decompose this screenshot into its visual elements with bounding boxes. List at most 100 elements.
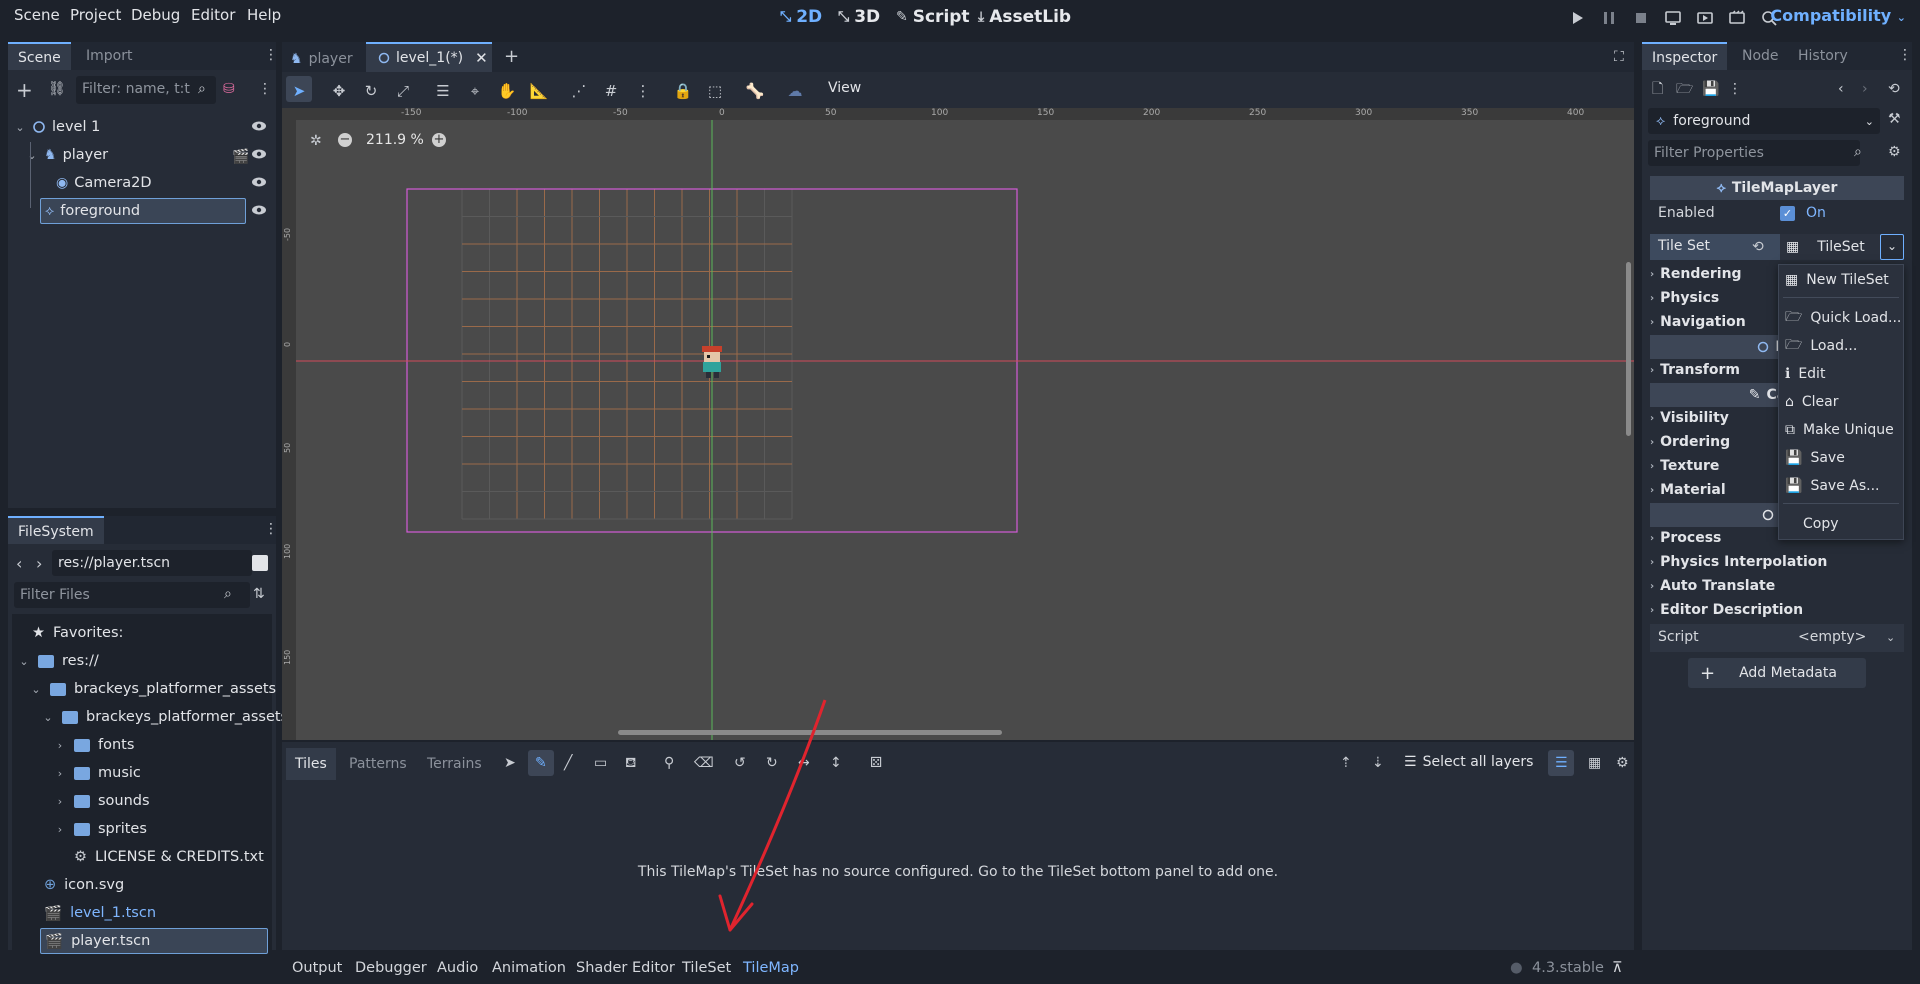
pause-icon[interactable] — [1600, 9, 1618, 27]
menu-save-as[interactable]: 💾 Save As... — [1779, 473, 1905, 499]
visibility-eye-icon[interactable] — [251, 176, 267, 188]
grid-toggle-icon[interactable]: ▦ — [1588, 756, 1601, 770]
bucket-tool-icon[interactable]: ⛾ — [625, 756, 636, 770]
tab-filesystem[interactable]: FileSystem — [8, 516, 104, 544]
pivot-icon[interactable]: ⌖ — [465, 82, 485, 100]
file-icon-svg[interactable]: ⊕ icon.svg — [44, 872, 124, 898]
tree-node-camera2d[interactable]: ◉ Camera2D — [56, 170, 152, 196]
close-icon[interactable]: ✕ — [475, 49, 488, 67]
folder-sounds[interactable]: › sounds — [54, 788, 150, 814]
picker-tool-icon[interactable]: ⚲ — [664, 756, 674, 770]
menu-help[interactable]: Help — [247, 6, 281, 24]
next-layer-icon[interactable]: ⇣ — [1372, 756, 1384, 770]
tab-patterns[interactable]: Patterns — [340, 748, 416, 780]
file-license[interactable]: ⚙ LICENSE & CREDITS.txt — [74, 844, 264, 870]
chevron-down-icon[interactable]: ⌄ — [42, 711, 54, 724]
script-value[interactable]: <empty> — [1798, 629, 1866, 645]
remote-debug-icon[interactable] — [1664, 9, 1682, 27]
open-resource-icon[interactable]: 🗁 — [1676, 82, 1693, 96]
tilemap-settings-icon[interactable]: ⚙ — [1616, 756, 1629, 770]
tab-import[interactable]: Import — [76, 42, 142, 70]
zoom-in-icon[interactable]: + — [432, 133, 446, 147]
folder-brackeys-2[interactable]: ⌄ brackeys_platformer_assets — [42, 704, 288, 730]
visibility-eye-icon[interactable] — [251, 148, 267, 160]
play-icon[interactable] — [1568, 9, 1586, 27]
scale-mode-icon[interactable]: ⤢ — [393, 82, 413, 100]
center-view-icon[interactable]: ✲ — [310, 134, 322, 148]
workspace-assetlib-tab[interactable]: ⤓ AssetLib — [978, 7, 1071, 27]
list-select-icon[interactable]: ☰ — [433, 82, 453, 100]
instance-scene-icon[interactable]: ⛁ — [223, 82, 235, 96]
workspace-2d-tab[interactable]: ⤡ 2D — [780, 7, 822, 27]
rotate-mode-icon[interactable]: ↻ — [361, 82, 381, 100]
tab-node[interactable]: Node — [1732, 42, 1789, 70]
group-transform[interactable]: › Transform — [1650, 359, 1740, 381]
group-physics-interpolation[interactable]: › Physics Interpolation — [1650, 551, 1827, 573]
grid-snap-icon[interactable]: # — [601, 82, 621, 100]
group-editor-description[interactable]: › Editor Description — [1650, 599, 1803, 621]
add-tab-icon[interactable]: + — [504, 48, 519, 66]
file-level-1[interactable]: 🎬 level_1.tscn — [44, 900, 156, 926]
chevron-down-icon[interactable]: ⌄ — [14, 121, 26, 134]
group-ordering[interactable]: › Ordering — [1650, 431, 1730, 453]
resource-menu-icon[interactable]: ⋮ — [1728, 82, 1742, 96]
group-process[interactable]: › Process — [1650, 527, 1721, 549]
revert-icon[interactable]: ⟲ — [1752, 240, 1764, 254]
group-icon[interactable]: ⬚ — [705, 82, 725, 100]
group-navigation[interactable]: › Navigation — [1650, 311, 1746, 333]
link-icon[interactable]: ⛓ — [48, 82, 66, 96]
select-mode-icon[interactable]: ➤ — [289, 82, 309, 100]
dock-menu-icon[interactable]: ⋮ — [264, 48, 278, 62]
bottom-tab-shader-editor[interactable]: Shader Editor — [576, 960, 675, 976]
paint-tool-icon[interactable]: ✎ — [535, 756, 547, 770]
filter-properties-input[interactable]: Filter Properties — [1648, 140, 1860, 166]
filter-files-input[interactable]: Filter Files — [14, 582, 250, 608]
menu-project[interactable]: Project — [70, 6, 121, 24]
workspace-script-tab[interactable]: ✎ Script — [896, 7, 970, 27]
chevron-right-icon[interactable]: › — [54, 767, 66, 780]
line-tool-icon[interactable]: ╱ — [564, 756, 572, 770]
folder-res-root[interactable]: ⌄ res:// — [18, 648, 98, 674]
enabled-checkbox[interactable]: ✓ — [1780, 206, 1795, 221]
group-rendering[interactable]: › Rendering — [1650, 263, 1742, 285]
tab-terrains[interactable]: Terrains — [418, 748, 491, 780]
tab-scene[interactable]: Scene — [8, 42, 71, 70]
menu-quick-load[interactable]: 🗁 Quick Load... — [1779, 305, 1905, 331]
tab-tiles[interactable]: Tiles — [286, 748, 336, 780]
select-all-layers-button[interactable]: ☰ Select all layers — [1404, 754, 1533, 770]
tab-history[interactable]: History — [1788, 42, 1858, 70]
menu-make-unique[interactable]: ⧉ Make Unique — [1779, 417, 1905, 443]
workspace-3d-tab[interactable]: ⤡ 3D — [838, 7, 880, 27]
menu-copy[interactable]: Copy — [1779, 511, 1905, 537]
play-custom-scene-icon[interactable] — [1728, 9, 1746, 27]
snap-options-icon[interactable]: ⋮ — [633, 82, 653, 100]
chevron-right-icon[interactable]: › — [54, 739, 66, 752]
tree-node-foreground[interactable]: ⟡ foreground — [40, 198, 246, 224]
pan-mode-icon[interactable]: ✋ — [497, 82, 517, 100]
tool-icon[interactable]: ⚒ — [1888, 112, 1901, 126]
visibility-eye-icon[interactable] — [251, 204, 267, 216]
select-tool-icon[interactable]: ➤ — [504, 756, 516, 770]
history-back-icon[interactable]: ‹ — [1838, 82, 1844, 96]
tileset-resource-button[interactable]: ▦ TileSet — [1780, 234, 1880, 260]
chevron-down-icon[interactable]: ⌄ — [26, 149, 38, 162]
menu-debug[interactable]: Debug — [131, 6, 180, 24]
canvas-viewport[interactable]: ✲ − 211.9 % + — [296, 120, 1634, 740]
clapperboard-icon[interactable]: 🎬 — [232, 150, 249, 164]
tab-inspector[interactable]: Inspector — [1642, 42, 1728, 70]
scene-filter-input[interactable]: Filter: name, t:t — [76, 76, 216, 104]
distraction-free-icon[interactable]: ⛶ — [1614, 50, 1624, 64]
menu-new-tileset[interactable]: ▦ New TileSet — [1779, 267, 1905, 293]
history-forward-icon[interactable]: › — [1862, 82, 1868, 96]
folder-brackeys-1[interactable]: ⌄ brackeys_platformer_assets — [30, 676, 276, 702]
random-tile-icon[interactable]: ⚄ — [870, 756, 882, 770]
group-material[interactable]: › Material — [1650, 479, 1726, 501]
menu-scene[interactable]: Scene — [14, 6, 60, 24]
view-menu[interactable]: View — [828, 80, 861, 96]
bottom-tab-debugger[interactable]: Debugger — [355, 960, 427, 976]
folder-music[interactable]: › music — [54, 760, 141, 786]
chevron-down-icon[interactable]: ⌄ — [18, 655, 30, 668]
forward-arrow-icon[interactable]: › — [36, 556, 42, 572]
ruler-mode-icon[interactable]: 📐 — [529, 82, 549, 100]
visibility-eye-icon[interactable] — [251, 120, 267, 132]
